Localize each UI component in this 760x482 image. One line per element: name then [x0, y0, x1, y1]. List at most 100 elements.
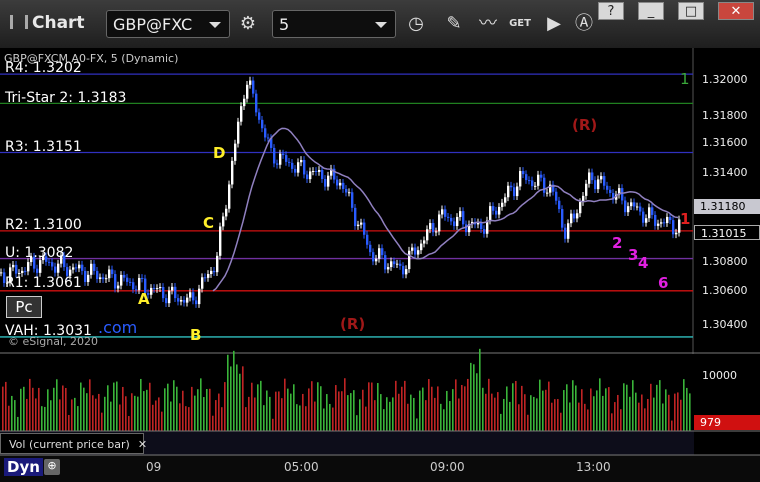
volume-bar [401, 386, 403, 431]
volume-bar [665, 389, 667, 431]
volume-bar [581, 389, 583, 431]
volume-bar [194, 395, 196, 431]
volume-bar [317, 382, 319, 431]
pc-badge[interactable]: Pc [6, 296, 42, 318]
volume-bar [341, 391, 343, 431]
time-tick: 09:00 [430, 460, 465, 474]
volume-bar [275, 391, 277, 431]
volume-bar [683, 379, 685, 431]
candle-body [465, 224, 468, 233]
interval-select[interactable]: 5 [272, 10, 396, 38]
price-tick: 1.32000 [702, 73, 748, 86]
minimize-button[interactable]: _ [638, 2, 664, 20]
price-tick: 1.31800 [702, 109, 748, 122]
level-label-r1: R1: 1.3061 [5, 275, 82, 291]
volume-bar [41, 406, 43, 431]
candle-body [12, 264, 15, 268]
volume-bar [479, 348, 481, 431]
candle-body [432, 223, 435, 233]
volume-bar [323, 408, 325, 431]
volume-bar [254, 397, 256, 431]
volume-bar [11, 395, 13, 431]
symbol-select[interactable]: GBP@FXC [106, 10, 230, 38]
candle-body [186, 297, 189, 303]
candle-body [273, 147, 276, 164]
maximize-button[interactable]: □ [678, 2, 704, 20]
alert-icon[interactable]: Ⓐ [570, 10, 598, 38]
volume-bar [596, 390, 598, 431]
volume-bar [476, 373, 478, 431]
volume-bar [599, 378, 601, 431]
play-icon[interactable]: ▶ [540, 10, 568, 38]
volume-bar [521, 385, 523, 431]
candle-body [78, 264, 81, 269]
indicator-icon[interactable]: 〰 [474, 10, 502, 38]
candle-body [354, 207, 357, 227]
volume-bar [278, 391, 280, 431]
candle-body [447, 216, 450, 218]
dyn-button[interactable]: Dyn [4, 458, 43, 476]
candle-body [153, 287, 156, 289]
volume-bar [578, 402, 580, 431]
volume-bar [530, 395, 532, 431]
volume-bar [461, 384, 463, 431]
candle-body [87, 274, 90, 282]
candle-body [492, 206, 495, 211]
upper-price-box: 1.31180 [694, 199, 760, 214]
price-tick: 1.31600 [702, 136, 748, 149]
volume-bar [269, 396, 271, 431]
volume-bar [455, 379, 457, 431]
volume-bar [359, 399, 361, 431]
volume-bar [413, 397, 415, 431]
volume-study-label[interactable]: Vol (current price bar) ✕ [0, 433, 147, 454]
candle-body [507, 185, 510, 198]
volume-bar [116, 381, 118, 431]
candle-body [540, 174, 543, 178]
volume-bar [17, 416, 19, 431]
volume-bar [620, 409, 622, 431]
price-chart[interactable] [0, 48, 760, 455]
close-button[interactable]: ✕ [718, 2, 754, 20]
volume-bar [50, 400, 52, 431]
candle-body [171, 286, 174, 291]
marker-c: C [203, 214, 215, 232]
volume-bar [515, 380, 517, 431]
candle-body [240, 106, 243, 122]
candle-body [387, 267, 390, 270]
volume-bar [137, 396, 139, 431]
candle-body [252, 80, 255, 94]
volume-bar [293, 384, 295, 431]
marker-a: A [138, 290, 150, 308]
candle-body [351, 192, 354, 208]
candle-body [204, 277, 207, 279]
candle-body [516, 186, 519, 197]
time-tick: 13:00 [576, 460, 611, 474]
volume-bar [92, 395, 94, 431]
candle-body [174, 286, 177, 299]
volume-bar [494, 397, 496, 431]
close-icon[interactable]: ✕ [138, 438, 147, 451]
volume-bar [236, 364, 238, 431]
candle-body [600, 176, 603, 180]
volume-bar [554, 399, 556, 431]
candle-body [390, 261, 393, 268]
candle-body [180, 299, 183, 302]
volume-bar [32, 387, 34, 431]
volume-bar [548, 381, 550, 431]
price-tick: 1.30800 [702, 255, 748, 268]
candle-body [96, 270, 99, 280]
candle-body [18, 272, 21, 274]
volume-bar [212, 415, 214, 431]
pencil-icon[interactable]: ✎ [440, 10, 468, 38]
volume-bar [518, 404, 520, 431]
lock-icon[interactable]: ⊕ [44, 459, 60, 475]
volume-bar [374, 400, 376, 431]
help-button[interactable]: ? [598, 2, 624, 20]
price-tick: 1.31400 [702, 166, 748, 179]
gear-icon[interactable]: ⚙ [234, 10, 262, 38]
clock-icon[interactable]: ◷ [402, 10, 430, 38]
volume-bar [431, 386, 433, 431]
candle-body [441, 209, 444, 215]
volume-bar [428, 379, 430, 431]
get-icon[interactable]: GET [506, 10, 534, 38]
